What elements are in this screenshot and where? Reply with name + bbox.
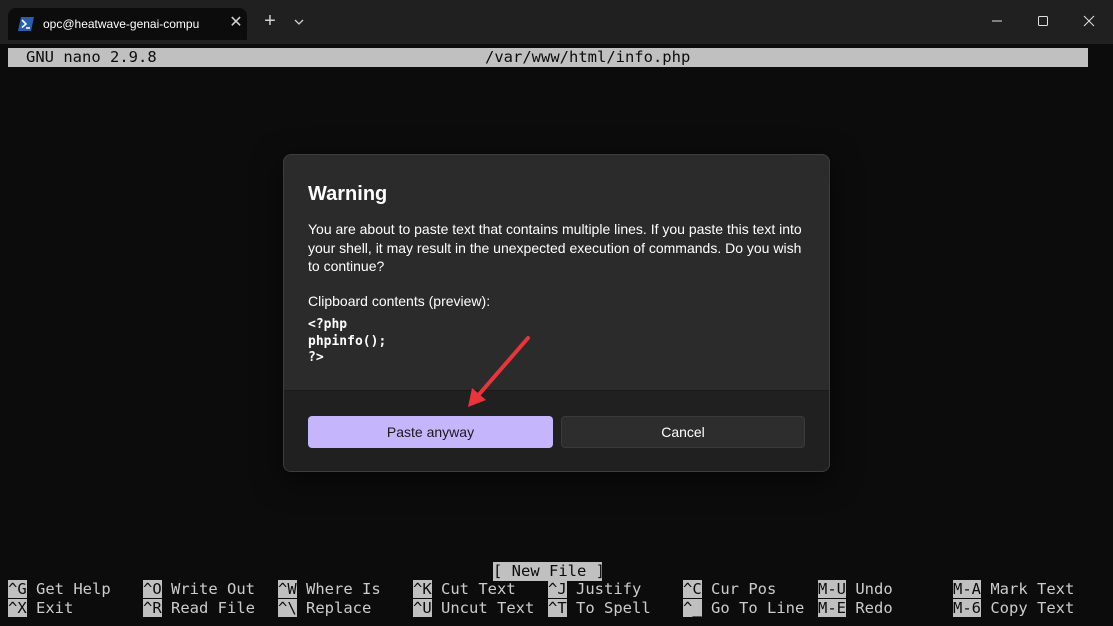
cancel-button[interactable]: Cancel [561,416,805,448]
tab-title: opc@heatwave-genai-compu [43,17,200,31]
dialog-footer: Paste anyway Cancel [284,390,829,471]
chevron-down-icon [294,19,304,25]
shortcut-replace: ^\ Replace [278,599,372,617]
shortcut-copy-text: M-6 Copy Text [953,599,1075,617]
dialog-title: Warning [308,183,388,205]
close-window-button[interactable] [1066,2,1112,40]
clipboard-preview: <?php phpinfo(); ?> [308,317,387,365]
new-tab-button[interactable]: + [259,10,281,34]
shortcut-uncut-text: ^U Uncut Text [413,599,535,617]
powershell-icon [18,17,34,31]
nano-filename: /var/www/html/info.php [485,48,691,66]
shortcut-where-is: ^W Where Is [278,580,381,598]
shortcut-redo: M-E Redo [818,599,893,617]
shortcut-to-spell: ^T To Spell [548,599,651,617]
clipboard-label: Clipboard contents (preview): [308,293,491,309]
shortcut-mark-text: M-A Mark Text [953,580,1075,598]
maximize-icon [1038,16,1048,26]
shortcut-justify: ^J Justify [548,580,642,598]
tab-close-icon[interactable]: ✕ [227,14,245,32]
tab-dropdown-button[interactable] [289,10,309,34]
close-icon [1083,15,1095,27]
paste-warning-dialog: Warning You are about to paste text that… [283,154,830,472]
shortcut-get-help: ^G Get Help [8,580,111,598]
shortcut-cut-text: ^K Cut Text [413,580,516,598]
dialog-message: You are about to paste text that contain… [308,221,802,274]
nano-version: GNU nano 2.9.8 [26,48,157,66]
nano-header: GNU nano 2.9.8 /var/www/html/info.php [8,48,1088,67]
shortcut-undo: M-U Undo [818,580,893,598]
shortcut-exit: ^X Exit [8,599,74,617]
minimize-icon [992,20,1002,22]
shortcut-write-out: ^O Write Out [143,580,256,598]
terminal-tab[interactable]: opc@heatwave-genai-compu ✕ [8,8,247,40]
maximize-button[interactable] [1020,2,1066,40]
paste-anyway-button[interactable]: Paste anyway [308,416,553,448]
nano-status: [ New File ] [493,562,605,581]
shortcut-go-to-line: ^_ Go To Line [683,599,805,617]
shortcut-cur-pos: ^C Cur Pos [683,580,777,598]
annotation-arrow-icon [468,336,530,407]
title-bar: opc@heatwave-genai-compu ✕ + [0,0,1113,44]
minimize-button[interactable] [974,2,1020,40]
shortcut-read-file: ^R Read File [143,599,256,617]
